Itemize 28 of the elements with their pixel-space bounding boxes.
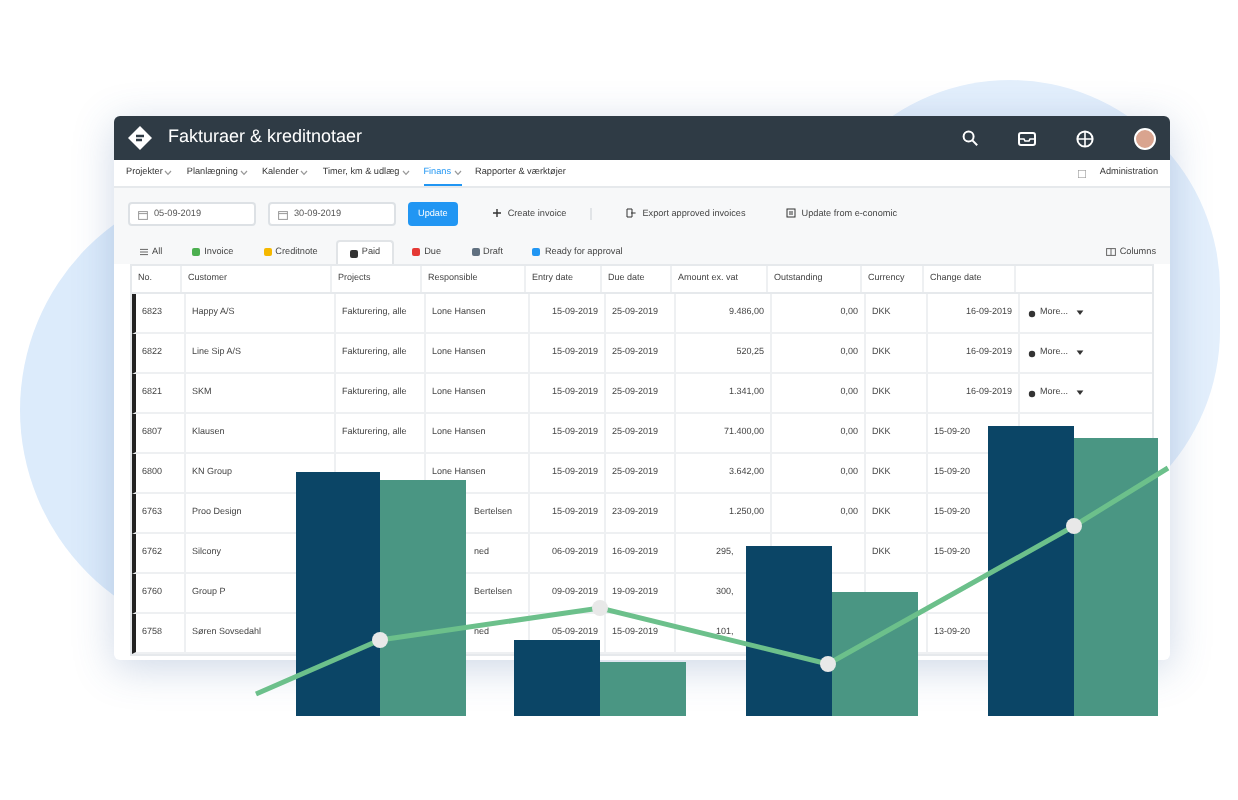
calendar-icon — [278, 209, 288, 219]
list-icon — [140, 248, 148, 256]
grid-icon — [1077, 169, 1086, 177]
search-icon[interactable] — [962, 130, 978, 146]
export-icon — [626, 208, 637, 219]
trend-point — [372, 632, 388, 648]
caret-icon — [1076, 350, 1085, 356]
caret-icon — [401, 170, 410, 176]
caret-icon — [239, 170, 248, 176]
trend-point — [820, 656, 836, 672]
plus-icon — [491, 208, 502, 219]
chart-bar — [514, 640, 600, 716]
globe-icon[interactable] — [1076, 129, 1094, 147]
chart-bar — [832, 592, 918, 716]
caret-icon — [1076, 310, 1085, 316]
columns-icon — [1105, 248, 1116, 256]
caret-icon — [453, 169, 462, 175]
window-title: Fakturaer & kreditnotaer — [168, 124, 363, 151]
caret-icon — [164, 170, 173, 176]
calendar-icon — [138, 209, 148, 219]
logo-icon — [128, 126, 152, 150]
caret-icon — [1076, 390, 1085, 396]
inbox-icon[interactable] — [1018, 131, 1036, 145]
avatar[interactable] — [1134, 127, 1156, 149]
trend-point — [1066, 518, 1082, 534]
caret-icon — [300, 170, 309, 176]
chart-bar — [600, 662, 686, 716]
document-icon — [785, 208, 796, 219]
